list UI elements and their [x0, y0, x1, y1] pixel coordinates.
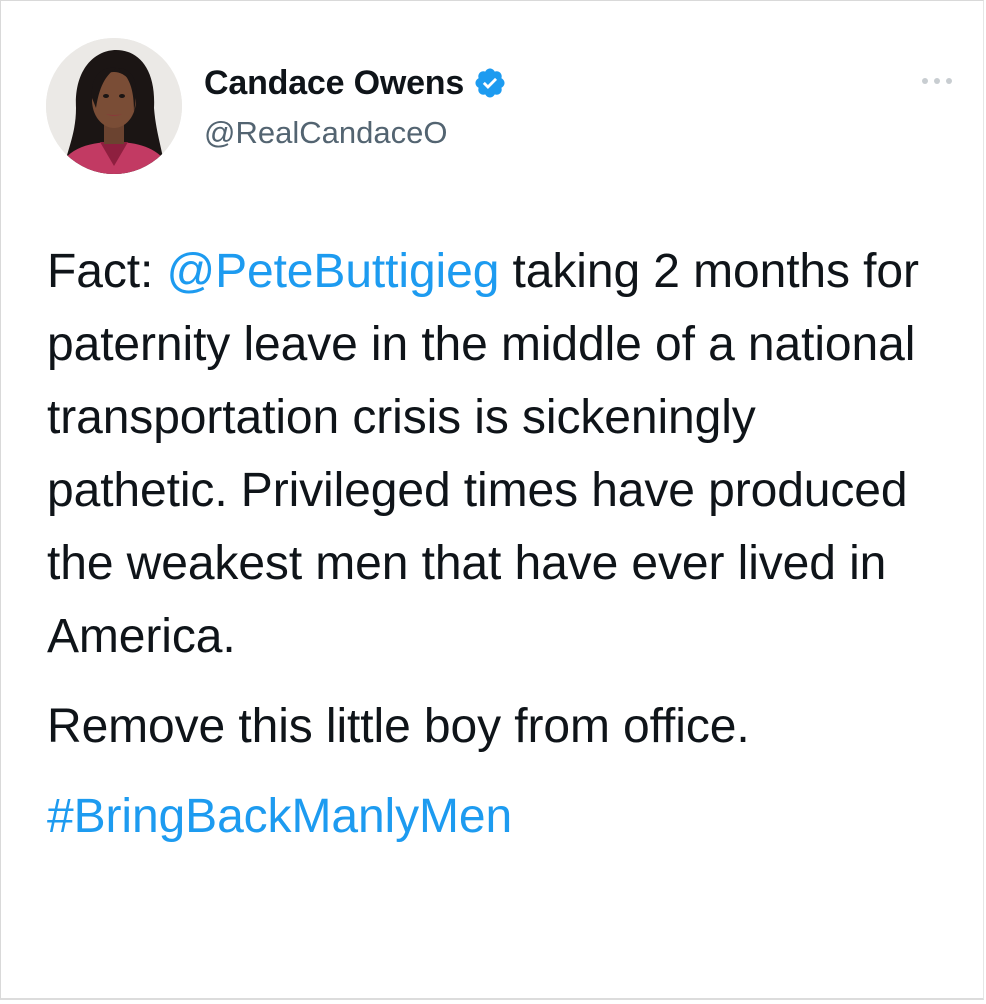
verified-badge-icon [475, 68, 505, 98]
mention-link[interactable]: @PeteButtigieg [166, 245, 499, 298]
tweet-paragraph-3: #BringBackManlyMen [47, 780, 947, 853]
tweet-text: Fact: @PeteButtigieg taking 2 months for… [47, 235, 947, 853]
tweet-paragraph-2: Remove this little boy from office. [47, 700, 750, 753]
tweet-text-suffix: taking 2 [499, 245, 680, 298]
avatar[interactable] [46, 38, 182, 174]
hashtag-link[interactable]: #BringBackManlyMen [47, 790, 512, 843]
tweet-card: Candace Owens @RealCandaceO Fact: @PeteB… [0, 0, 984, 1000]
tweet-text-rest: months for paternity leave in the middle… [47, 245, 919, 663]
author-name-row[interactable]: Candace Owens [204, 63, 507, 103]
tweet-text-prefix: Fact: [47, 245, 167, 298]
profile-photo-icon [46, 38, 182, 174]
author-handle[interactable]: @RealCandaceO [204, 115, 447, 151]
tweet-paragraph-1: Fact: @PeteButtigieg taking 2 months for… [47, 235, 947, 673]
author-display-name[interactable]: Candace Owens [204, 64, 464, 103]
more-options-icon[interactable] [917, 71, 957, 91]
